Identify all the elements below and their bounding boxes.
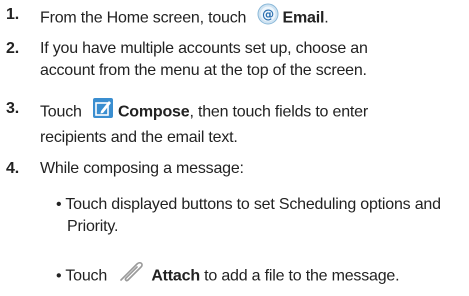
bullet-item: • Touch Attach to add a file to the mess… xyxy=(56,261,466,291)
compose-icon xyxy=(92,97,114,126)
step-text: While composing a message: xyxy=(40,160,244,177)
step-number: 3. xyxy=(6,100,19,117)
step-text: If you have multiple accounts set up, ch… xyxy=(40,40,368,79)
email-label: Email xyxy=(282,9,325,27)
compose-label: Compose xyxy=(117,103,190,121)
paperclip-icon xyxy=(117,261,147,290)
email-app-icon: @ xyxy=(257,3,279,32)
step-number: 1. xyxy=(6,6,19,23)
svg-text:@: @ xyxy=(262,8,274,22)
step-number: 2. xyxy=(6,40,19,57)
bullet-item: • Touch displayed buttons to set Schedul… xyxy=(56,196,441,235)
instruction-document: 1. From the Home screen, touch @ Email. … xyxy=(0,0,469,296)
attach-label: Attach xyxy=(151,267,200,285)
step-number: 4. xyxy=(6,160,19,177)
step-text: From the Home screen, touch @ Email. xyxy=(40,3,469,33)
step-text: Touch Compose, then touch fields to ente… xyxy=(40,98,469,149)
